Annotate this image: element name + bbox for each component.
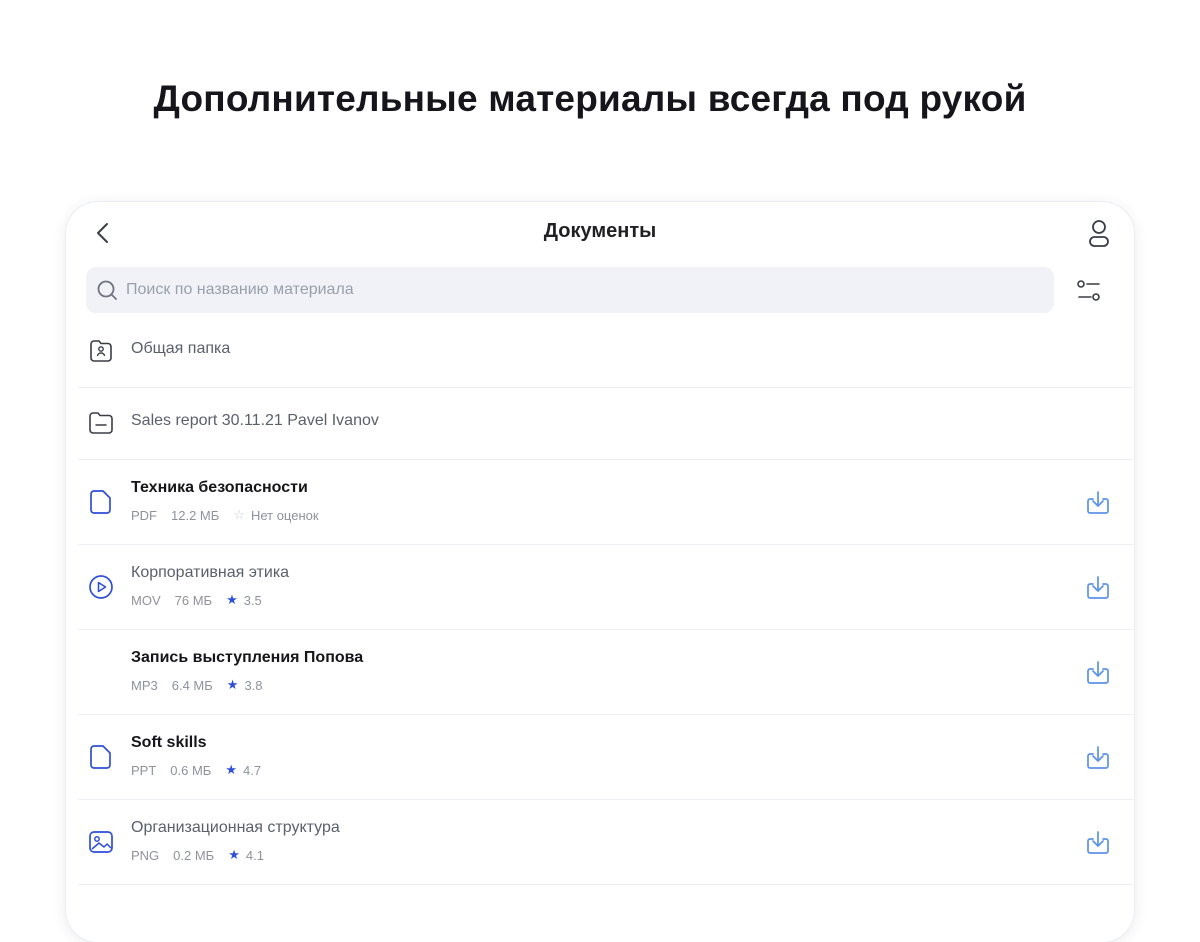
- app-screen: Документы Общая п: [66, 202, 1134, 942]
- list-item[interactable]: Корпоративная этика MOV 76 МБ ★ 3.5: [78, 545, 1134, 630]
- star-outline-icon: ☆: [233, 507, 245, 522]
- page-title: Документы: [543, 220, 657, 242]
- search-input[interactable]: [126, 281, 1006, 299]
- item-title: Техника безопасности: [131, 479, 308, 496]
- download-icon: [1087, 576, 1109, 599]
- file-format: MOV: [131, 592, 161, 608]
- user-icon: [1089, 220, 1109, 247]
- star-icon: ★: [225, 762, 237, 777]
- item-title: Sales report 30.11.21 Pavel Ivanov: [131, 412, 379, 429]
- star-icon: ★: [226, 592, 238, 607]
- list-item[interactable]: Техника безопасности PDF 12.2 МБ ☆ Нет о…: [78, 460, 1134, 545]
- item-meta: PPT 0.6 МБ ★ 4.7: [131, 762, 275, 778]
- filter-sliders-icon: [1077, 280, 1100, 301]
- item-meta: PNG 0.2 МБ ★ 4.1: [131, 847, 278, 863]
- download-button[interactable]: [1082, 572, 1114, 604]
- rating: 4.7: [243, 762, 262, 778]
- download-icon: [1087, 831, 1109, 854]
- rating: 3.8: [244, 677, 263, 693]
- download-button[interactable]: [1082, 827, 1114, 859]
- download-button[interactable]: [1082, 657, 1114, 689]
- item-meta: PDF 12.2 МБ ☆ Нет оценок: [131, 507, 333, 523]
- promo-headline: Дополнительные материалы всегда под руко…: [153, 78, 1027, 119]
- file-size: 6.4 МБ: [171, 677, 213, 693]
- file-size: 0.2 МБ: [173, 847, 215, 863]
- search-bar[interactable]: [86, 267, 1054, 313]
- file-format: PDF: [131, 507, 157, 523]
- star-icon: ★: [228, 847, 240, 862]
- item-title: Общая папка: [131, 340, 231, 357]
- profile-button[interactable]: [1086, 218, 1112, 250]
- rating: 4.1: [245, 847, 264, 863]
- video-icon: [89, 575, 113, 599]
- list-item[interactable]: Организационная структура PNG 0.2 МБ ★ 4…: [78, 800, 1134, 885]
- item-title: Soft skills: [131, 734, 207, 751]
- document-icon: [90, 745, 111, 769]
- folder-icon: [89, 412, 113, 434]
- item-title: Организационная структура: [131, 819, 340, 836]
- image-icon: [89, 831, 113, 853]
- star-icon: ★: [226, 677, 239, 692]
- item-meta: MOV 76 МБ ★ 3.5: [131, 592, 276, 608]
- file-format: PNG: [131, 847, 160, 863]
- file-size: 0.6 МБ: [170, 762, 212, 778]
- download-icon: [1087, 661, 1109, 684]
- file-size: 76 МБ: [174, 592, 213, 608]
- item-title: Корпоративная этика: [131, 564, 290, 581]
- top-bar: Документы: [66, 202, 1134, 266]
- filter-button[interactable]: [1074, 276, 1104, 306]
- document-icon: [90, 490, 111, 514]
- search-icon: [97, 280, 117, 300]
- file-format: PPT: [131, 762, 157, 778]
- download-button[interactable]: [1082, 742, 1114, 774]
- list-item[interactable]: Sales report 30.11.21 Pavel Ivanov: [78, 388, 1134, 460]
- rating: 3.5: [243, 592, 262, 608]
- list-item[interactable]: Общая папка: [78, 316, 1134, 388]
- item-title: Запись выступления Попова: [131, 649, 364, 666]
- download-button[interactable]: [1082, 487, 1114, 519]
- item-meta: MP3 6.4 МБ ★ 3.8: [131, 677, 277, 693]
- list-item[interactable]: Soft skills PPT 0.6 МБ ★ 4.7: [78, 715, 1134, 800]
- file-size: 12.2 МБ: [171, 507, 220, 523]
- list-item[interactable]: Запись выступления Попова MP3 6.4 МБ ★ 3…: [78, 630, 1134, 715]
- rating: Нет оценок: [250, 507, 319, 523]
- file-format: MP3: [131, 677, 158, 693]
- shared-folder-icon: [90, 340, 112, 362]
- download-icon: [1087, 746, 1109, 769]
- download-icon: [1087, 491, 1109, 514]
- documents-list: Общая папка Sales report 30.11.21 Pavel …: [78, 316, 1134, 885]
